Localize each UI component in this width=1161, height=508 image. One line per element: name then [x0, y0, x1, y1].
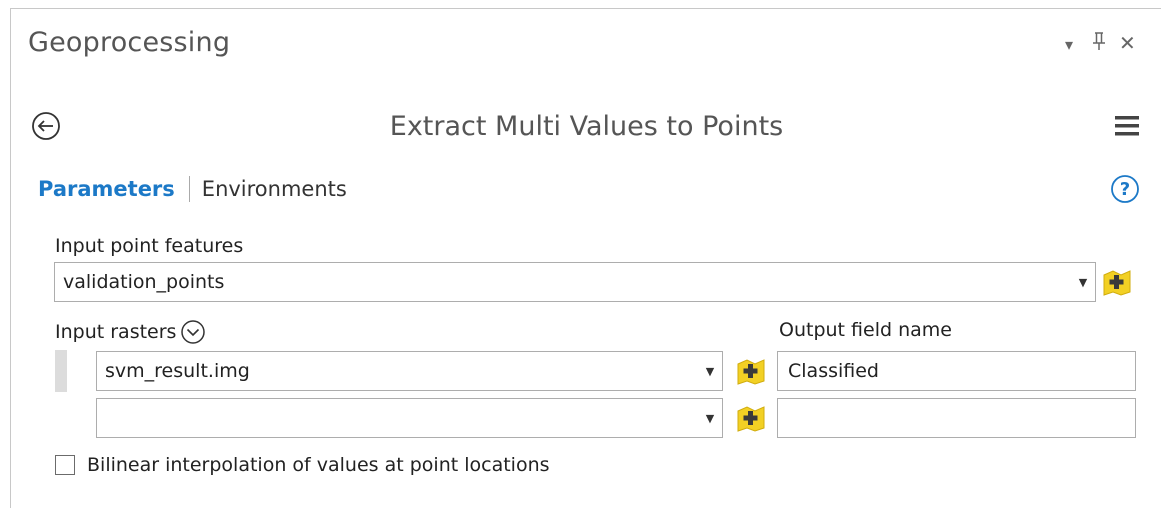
output-field-name-input-2[interactable]: [777, 398, 1136, 438]
input-rasters-label-row: Input rasters: [55, 319, 206, 345]
row-drag-handle[interactable]: [55, 350, 67, 392]
tab-bar: Parameters Environments: [38, 176, 347, 202]
bilinear-interpolation-checkbox[interactable]: [55, 455, 75, 475]
pane-title: Geoprocessing: [28, 27, 231, 58]
input-raster-combo-1[interactable]: svm_result.img ▼: [96, 351, 723, 391]
tool-title: Extract Multi Values to Points: [389, 111, 784, 142]
geoprocessing-pane: Geoprocessing ▾ ✕ Extract Multi Values t…: [10, 8, 1161, 508]
pane-options-dropdown-icon[interactable]: ▾: [1065, 35, 1073, 54]
collapse-chevron-icon[interactable]: [180, 319, 206, 345]
add-data-icon[interactable]: [735, 404, 767, 432]
input-raster-value-1: svm_result.img: [105, 360, 250, 382]
output-field-name-input-1[interactable]: Classified: [777, 351, 1136, 391]
svg-text:?: ?: [1120, 179, 1130, 200]
input-point-features-label: Input point features: [55, 235, 244, 257]
output-field-name-label: Output field name: [779, 319, 952, 341]
bilinear-interpolation-label[interactable]: Bilinear interpolation of values at poin…: [87, 454, 550, 476]
chevron-down-icon[interactable]: ▼: [1071, 276, 1095, 289]
add-data-icon[interactable]: [735, 357, 767, 385]
help-icon[interactable]: ?: [1110, 174, 1140, 204]
close-icon[interactable]: ✕: [1119, 31, 1136, 55]
pin-icon[interactable]: [1091, 30, 1107, 57]
chevron-down-icon[interactable]: ▼: [698, 412, 722, 425]
add-data-icon[interactable]: [1101, 268, 1133, 296]
tab-divider: [188, 176, 190, 202]
hamburger-menu-icon[interactable]: [1113, 113, 1141, 139]
tab-parameters[interactable]: Parameters: [38, 177, 175, 201]
tab-environments[interactable]: Environments: [202, 177, 347, 201]
chevron-down-icon[interactable]: ▼: [698, 365, 722, 378]
input-raster-combo-2[interactable]: ▼: [96, 398, 723, 438]
input-point-features-value: validation_points: [63, 271, 225, 293]
output-field-name-value-1: Classified: [788, 360, 879, 382]
input-rasters-label: Input rasters: [55, 321, 177, 343]
input-point-features-combo[interactable]: validation_points ▼: [54, 262, 1096, 302]
